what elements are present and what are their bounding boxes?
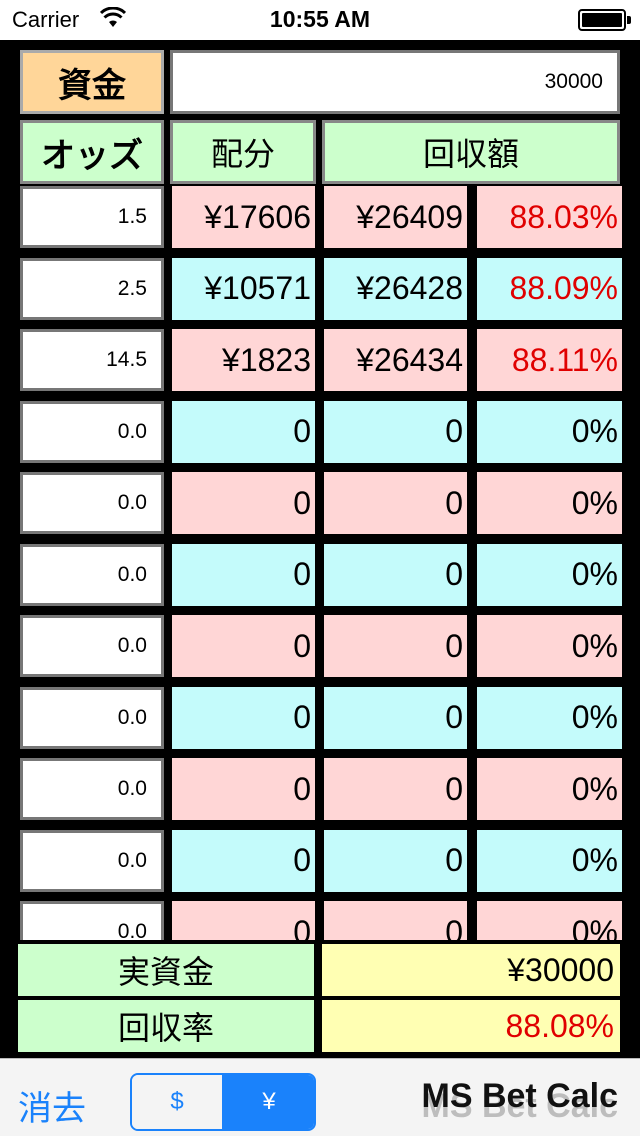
return-rate: 0% [477, 901, 622, 940]
return-rate: 88.09% [477, 257, 622, 320]
odds-header: オッズ [20, 120, 164, 184]
return-rate: 0% [477, 543, 622, 606]
return-rate-label: 回収率 [18, 1000, 314, 1052]
bet-row: 0.0 0 0 0% [18, 400, 622, 465]
payout-amount: 0 [324, 901, 467, 940]
return-rate: 88.03% [477, 186, 622, 248]
return-header: 回収額 [322, 120, 620, 184]
clock: 10:55 AM [269, 6, 371, 32]
payout-amount: 0 [324, 758, 467, 820]
return-rate: 88.11% [477, 329, 622, 391]
bet-amount: 0 [172, 686, 315, 749]
payout-amount: 0 [324, 543, 467, 606]
odds-input[interactable]: 0.0 [20, 686, 164, 749]
actual-capital-value: ¥30000 [322, 944, 620, 996]
payout-amount: ¥26434 [324, 329, 467, 391]
bet-table[interactable]: 1.5 ¥17606 ¥26409 88.03% 2.5 ¥10571 ¥26428 88.0… [18, 186, 622, 940]
return-rate: 0% [477, 829, 622, 892]
actual-capital-label: 実資金 [18, 944, 314, 996]
bet-amount: ¥17606 [172, 186, 315, 248]
payout-amount: 0 [324, 829, 467, 892]
odds-input[interactable]: 14.5 [20, 329, 164, 391]
odds-input[interactable]: 0.0 [20, 543, 164, 606]
bet-row: 0.0 0 0 0% [18, 758, 622, 822]
currency-segmented-control[interactable]: $ ¥ [130, 1073, 316, 1131]
bet-amount: ¥1823 [172, 329, 315, 391]
odds-input[interactable]: 0.0 [20, 901, 164, 940]
bet-amount: 0 [172, 901, 315, 940]
odds-input[interactable]: 0.0 [20, 758, 164, 820]
payout-amount: 0 [324, 686, 467, 749]
payout-amount: 0 [324, 472, 467, 534]
payout-amount: ¥26428 [324, 257, 467, 320]
bet-row: 2.5 ¥10571 ¥26428 88.09% [18, 257, 622, 322]
odds-input[interactable]: 0.0 [20, 400, 164, 463]
return-rate: 0% [477, 615, 622, 677]
bet-amount: ¥10571 [172, 257, 315, 320]
bet-amount: 0 [172, 758, 315, 820]
allocation-header: 配分 [170, 120, 316, 184]
bet-row: 14.5 ¥1823 ¥26434 88.11% [18, 329, 622, 393]
odds-input[interactable]: 0.0 [20, 829, 164, 892]
return-rate: 0% [477, 686, 622, 749]
bet-row: 0.0 0 0 0% [18, 615, 622, 679]
bottom-toolbar: 消去 $ ¥ MS Bet Calc MS Bet Calc [0, 1058, 640, 1136]
odds-input[interactable]: 1.5 [20, 186, 164, 248]
app-title: MS Bet Calc [421, 1077, 619, 1115]
return-rate-value: 88.08% [322, 1000, 620, 1052]
payout-amount: ¥26409 [324, 186, 467, 248]
bet-amount: 0 [172, 615, 315, 677]
odds-input[interactable]: 2.5 [20, 257, 164, 320]
currency-dollar-option[interactable]: $ [132, 1075, 222, 1129]
currency-yen-option[interactable]: ¥ [222, 1075, 314, 1129]
bet-amount: 0 [172, 829, 315, 892]
bet-row: 0.0 0 0 0% [18, 686, 622, 751]
bet-amount: 0 [172, 400, 315, 463]
bet-row: 1.5 ¥17606 ¥26409 88.03% [18, 186, 622, 250]
status-bar: Carrier 10:55 AM [0, 0, 640, 40]
payout-amount: 0 [324, 400, 467, 463]
capital-input[interactable]: 30000 [170, 50, 620, 114]
capital-label: 資金 [20, 50, 164, 114]
odds-input[interactable]: 0.0 [20, 615, 164, 677]
clear-button[interactable]: 消去 [18, 1081, 86, 1130]
payout-amount: 0 [324, 615, 467, 677]
battery-icon [578, 9, 631, 31]
bet-row: 0.0 0 0 0% [18, 543, 622, 608]
bet-row: 0.0 0 0 0% [18, 829, 622, 894]
odds-input[interactable]: 0.0 [20, 472, 164, 534]
bet-amount: 0 [172, 543, 315, 606]
return-rate: 0% [477, 400, 622, 463]
return-rate: 0% [477, 758, 622, 820]
return-rate: 0% [477, 472, 622, 534]
bet-row: 0.0 0 0 0% [18, 472, 622, 536]
bet-row: 0.0 0 0 0% [18, 901, 622, 940]
bet-amount: 0 [172, 472, 315, 534]
